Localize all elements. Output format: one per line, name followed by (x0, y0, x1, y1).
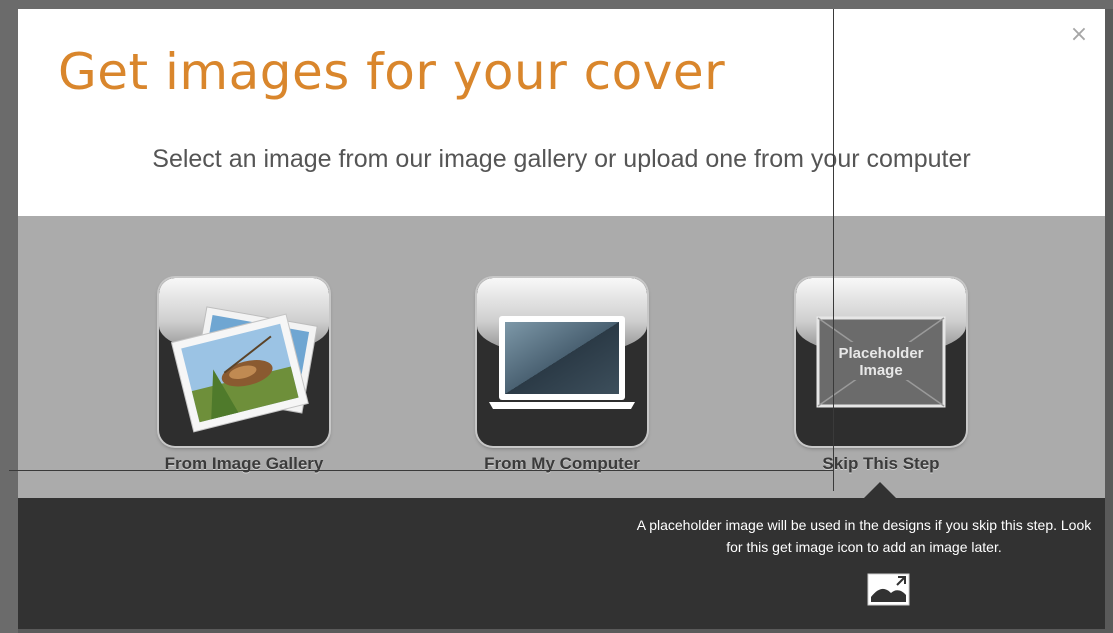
from-image-gallery-button[interactable] (159, 278, 329, 446)
from-image-gallery-option[interactable]: From Image Gallery (144, 278, 344, 474)
skip-this-step-option[interactable]: Placeholder Image Skip This Step (781, 278, 981, 474)
from-my-computer-option[interactable]: From My Computer (462, 278, 662, 474)
laptop-icon (489, 316, 635, 409)
cursor-crosshair-horizontal (9, 470, 834, 471)
dialog-subtitle: Select an image from our image gallery o… (152, 145, 971, 173)
image-source-options: From Image Gallery From My Computer Plac… (18, 216, 1105, 498)
get-images-dialog: × Get images for your cover Select an im… (18, 9, 1105, 629)
get-image-icon (867, 573, 910, 606)
dialog-title: Get images for your cover (58, 43, 726, 101)
from-image-gallery-label[interactable]: From Image Gallery (144, 454, 344, 474)
from-my-computer-label[interactable]: From My Computer (462, 454, 662, 474)
photo-stack-icon (170, 306, 318, 433)
backdrop (0, 0, 18, 633)
skip-this-step-button[interactable]: Placeholder Image (796, 278, 966, 446)
backdrop (0, 0, 1113, 9)
info-panel: A placeholder image will be used in the … (18, 482, 1105, 629)
skip-this-step-label[interactable]: Skip This Step (781, 454, 981, 474)
from-my-computer-button[interactable] (477, 278, 647, 446)
info-pointer (863, 482, 897, 499)
cursor-crosshair-vertical (833, 9, 834, 491)
close-button[interactable]: × (1067, 23, 1091, 47)
info-text: A placeholder image will be used in the … (636, 517, 1092, 555)
placeholder-image-icon: Placeholder Image (816, 316, 946, 408)
